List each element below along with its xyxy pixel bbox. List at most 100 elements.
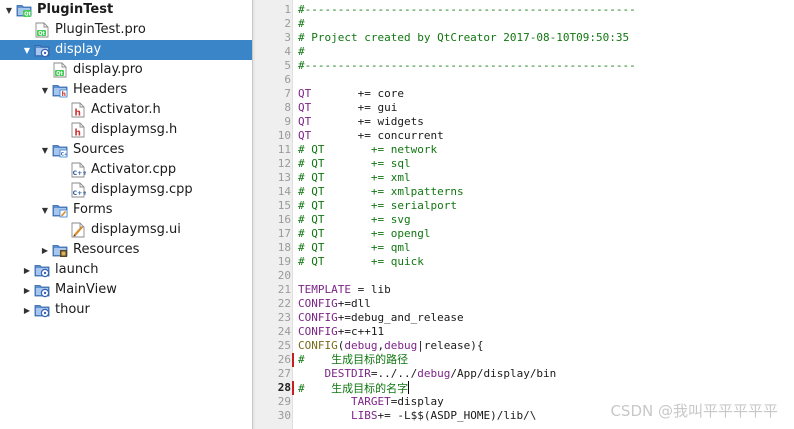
code-line[interactable]: QT += gui (298, 101, 397, 115)
line-number: 14 (277, 185, 291, 198)
tree-item-launch[interactable]: ▶ launch (0, 260, 252, 280)
code-token: QT (298, 87, 312, 100)
code-line[interactable]: # QT += network (298, 143, 437, 157)
code-token: # (298, 45, 305, 58)
svg-text:C++: C++ (73, 170, 86, 177)
code-line[interactable]: # QT += quick (298, 255, 424, 269)
line-number: 17 (277, 227, 291, 240)
tree-item-label: Headers (73, 82, 128, 97)
expand-arrow-icon[interactable]: ▼ (40, 80, 50, 100)
tree-item-label: Resources (73, 242, 140, 257)
code-line[interactable]: CONFIG(debug,debug|release){ (298, 339, 483, 353)
code-line[interactable]: LIBS+= -L$$(ASDP_HOME)/lib/\ (298, 409, 536, 423)
tree-item-mainview[interactable]: ▶ MainView (0, 280, 252, 300)
line-number: 2 (284, 17, 291, 30)
subproject-folder-icon (34, 302, 50, 318)
expand-arrow-icon[interactable]: ▼ (4, 0, 14, 20)
code-line[interactable]: # 生成目标的路径 (298, 353, 408, 367)
code-line[interactable]: CONFIG+=c++11 (298, 325, 384, 339)
resources-folder-icon (52, 242, 68, 258)
tree-item-forms[interactable]: ▼ Forms (0, 200, 252, 220)
tree-item-label: launch (55, 262, 99, 277)
tree-item-resources[interactable]: ▶ Resources (0, 240, 252, 260)
code-token: # QT += network (298, 143, 438, 156)
tree-item-displaymsg-ui[interactable]: displaymsg.ui (0, 220, 252, 240)
project-tree[interactable]: ▼ Qt PluginTest Qt PluginTest.pro ▼ display Qt d… (0, 0, 252, 429)
code-token: CONFIG (298, 339, 338, 352)
code-token: =display (390, 395, 444, 408)
expand-arrow-icon[interactable]: ▼ (40, 140, 50, 160)
code-token: # QT += opengl (298, 227, 431, 240)
code-token: +=debug_and_release (337, 311, 464, 324)
tree-item-thour[interactable]: ▶ thour (0, 300, 252, 320)
code-line[interactable]: # (298, 17, 305, 31)
line-number: 3 (284, 31, 291, 44)
expand-arrow-icon[interactable]: ▼ (40, 200, 50, 220)
code-line[interactable]: # QT += qml (298, 241, 411, 255)
code-token: QT (298, 129, 312, 142)
code-line[interactable]: # QT += opengl (298, 227, 430, 241)
svg-text:h: h (75, 129, 81, 139)
tree-item-plugintest[interactable]: ▼ Qt PluginTest (0, 0, 252, 20)
tree-item-display-pro[interactable]: Qt display.pro (0, 60, 252, 80)
line-number: 29 (277, 395, 291, 408)
code-token: # QT += serialport (298, 199, 457, 212)
code-line[interactable]: CONFIG+=debug_and_release (298, 311, 464, 325)
collapse-arrow-icon[interactable]: ▶ (22, 280, 32, 300)
code-editor[interactable]: 1 2 3 4 5 6 7 8 9 10 11 12 13 14 15 16 17 18 19 20 21 22 23 24 2… (255, 0, 794, 429)
headers-folder-icon: h (52, 82, 68, 98)
line-number: 20 (277, 269, 291, 282)
tree-item-label: displaymsg.cpp (91, 182, 193, 197)
tree-item-label: Sources (73, 142, 125, 157)
collapse-arrow-icon[interactable]: ▶ (22, 260, 32, 280)
svg-text:Qt: Qt (38, 31, 45, 37)
tree-item-sources[interactable]: ▼ C+ Sources (0, 140, 252, 160)
tree-item-displaymsg-cpp[interactable]: C++ displaymsg.cpp (0, 180, 252, 200)
tree-item-headers[interactable]: ▼ h Headers (0, 80, 252, 100)
code-token: # QT += xml (298, 171, 411, 184)
code-token: = lib (350, 283, 391, 296)
code-token: # QT += svg (298, 213, 411, 226)
code-line[interactable]: # QT += sql (298, 157, 411, 171)
code-token: QT (298, 101, 312, 114)
tree-item-display[interactable]: ▼ display (0, 40, 252, 60)
collapse-arrow-icon[interactable]: ▶ (22, 300, 32, 320)
code-line[interactable]: QT += core (298, 87, 404, 101)
tree-item-plugintest-pro[interactable]: Qt PluginTest.pro (0, 20, 252, 40)
code-line[interactable]: # QT += xmlpatterns (298, 185, 464, 199)
code-line[interactable]: #---------------------------------------… (298, 3, 636, 17)
tree-item-label: thour (55, 302, 90, 317)
code-line[interactable]: QT += concurrent (298, 129, 444, 143)
code-line[interactable]: TARGET=display (298, 395, 444, 409)
code-line[interactable]: # 生成目标的名字 (298, 381, 410, 395)
code-line[interactable]: #---------------------------------------… (298, 59, 636, 73)
code-token: #---------------------------------------… (298, 3, 636, 16)
code-line[interactable]: DESTDIR=../../debug/App/display/bin (298, 367, 557, 381)
line-number: 11 (277, 143, 291, 156)
line-number: 7 (284, 87, 291, 100)
line-number: 18 (277, 241, 291, 254)
expand-arrow-icon[interactable]: ▼ (22, 40, 32, 60)
code-line[interactable]: # Project created by QtCreator 2017-08-1… (298, 31, 629, 45)
tree-item-activator-cpp[interactable]: C++ Activator.cpp (0, 160, 252, 180)
code-line[interactable]: CONFIG+=dll (298, 297, 371, 311)
code-line[interactable]: # QT += xml (298, 171, 411, 185)
code-line[interactable]: TEMPLATE = lib (298, 283, 391, 297)
line-number: 28 (277, 381, 291, 394)
collapse-arrow-icon[interactable]: ▶ (40, 240, 50, 260)
code-line[interactable]: # (298, 45, 305, 59)
subproject-folder-icon (34, 42, 50, 58)
pro-file-icon: Qt (52, 62, 68, 78)
tree-item-activator-h[interactable]: h Activator.h (0, 100, 252, 120)
tree-item-displaymsg-h[interactable]: h displaymsg.h (0, 120, 252, 140)
code-token: TEMPLATE (298, 283, 351, 296)
code-line[interactable]: # QT += serialport (298, 199, 457, 213)
line-number: 4 (284, 45, 291, 58)
cpp-file-icon: C++ (70, 162, 86, 178)
line-number: 23 (277, 311, 291, 324)
code-token: QT (298, 115, 312, 128)
code-line[interactable]: # QT += svg (298, 213, 411, 227)
code-line[interactable]: QT += widgets (298, 115, 424, 129)
cpp-file-icon: C++ (70, 182, 86, 198)
